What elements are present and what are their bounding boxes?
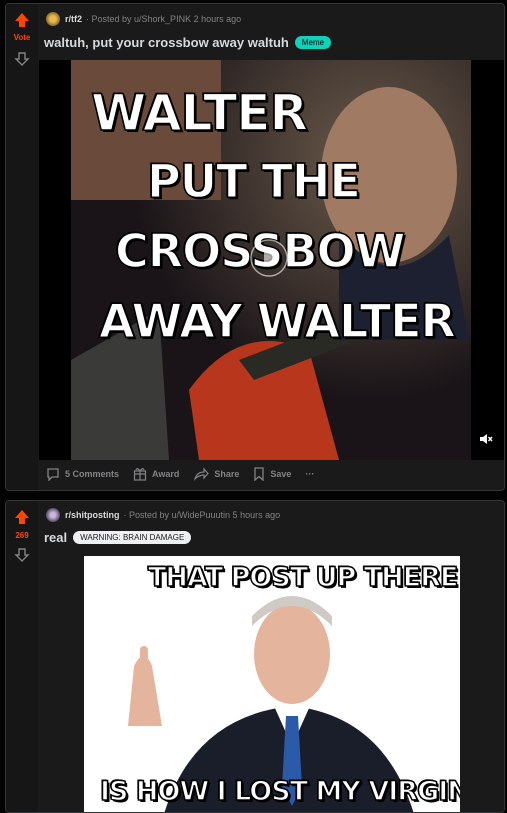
comments-button[interactable]: 5 Comments <box>46 467 119 481</box>
post-image[interactable]: THAT POST UP THERE IS HOW I LOST MY VIRG… <box>84 556 460 812</box>
save-button[interactable]: Save <box>253 467 291 481</box>
post-title-text: waltuh, put your crossbow away waltuh <box>44 35 289 50</box>
award-label: Award <box>152 469 180 479</box>
post-flair[interactable]: WARNING: BRAIN DAMAGE <box>73 531 192 544</box>
more-options-icon: ··· <box>305 469 315 479</box>
share-label: Share <box>214 469 240 479</box>
video-player[interactable]: WALTER PUT THE CROSSBOW AWAY WALTER <box>39 60 504 460</box>
posted-by: · Posted by u/WidePuuutin 5 hours ago <box>123 510 281 520</box>
upvote-arrow-icon[interactable] <box>14 509 30 525</box>
subreddit-icon[interactable] <box>46 508 60 522</box>
comments-label: 5 Comments <box>65 469 120 479</box>
vote-bar: Vote <box>6 4 38 490</box>
post-card[interactable]: 269 r/shitposting · Posted by u/WidePuuu… <box>5 500 505 813</box>
mute-icon[interactable] <box>479 432 493 446</box>
post-flair[interactable]: Meme <box>294 36 332 49</box>
subreddit-name[interactable]: r/tf2 <box>65 14 82 24</box>
post-meta: r/shitposting · Posted by u/WidePuuutin … <box>46 508 280 522</box>
post-title[interactable]: waltuh, put your crossbow away waltuh Me… <box>44 35 332 50</box>
bookmark-icon <box>254 467 265 481</box>
post-title[interactable]: real WARNING: BRAIN DAMAGE <box>44 530 192 545</box>
post-actions: 5 Comments Award Share Save ··· <box>46 467 328 481</box>
vote-bar: 269 <box>6 501 38 812</box>
caption-bottom: IS HOW I LOST MY VIRGINITY <box>99 775 460 808</box>
downvote-arrow-icon[interactable] <box>14 51 30 67</box>
caption-top: THAT POST UP THERE <box>147 561 459 594</box>
vote-count: 269 <box>15 531 29 540</box>
caption-line-1: WALTER <box>90 83 308 143</box>
award-button[interactable]: Award <box>133 467 179 481</box>
upvote-arrow-icon[interactable] <box>14 12 30 28</box>
downvote-arrow-icon[interactable] <box>14 547 30 563</box>
vote-count: Vote <box>13 33 31 42</box>
post-card[interactable]: Vote r/tf2 · Posted by u/Shork_PINK 2 ho… <box>5 3 505 491</box>
award-icon <box>133 468 147 481</box>
share-icon <box>194 467 210 481</box>
comment-icon <box>47 468 59 481</box>
meme-photo <box>128 596 414 812</box>
subreddit-icon[interactable] <box>46 12 60 26</box>
subreddit-name[interactable]: r/shitposting <box>65 510 120 520</box>
caption-line-4: AWAY WALTER <box>98 293 456 349</box>
save-label: Save <box>270 469 292 479</box>
share-button[interactable]: Share <box>193 467 239 481</box>
more-options-button[interactable]: ··· <box>305 469 314 479</box>
post-title-text: real <box>44 530 68 545</box>
posted-by: · Posted by u/Shork_PINK 2 hours ago <box>86 14 242 24</box>
post-meta: r/tf2 · Posted by u/Shork_PINK 2 hours a… <box>46 12 241 26</box>
caption-line-2: PUT THE <box>146 153 361 209</box>
play-icon[interactable] <box>249 238 289 278</box>
